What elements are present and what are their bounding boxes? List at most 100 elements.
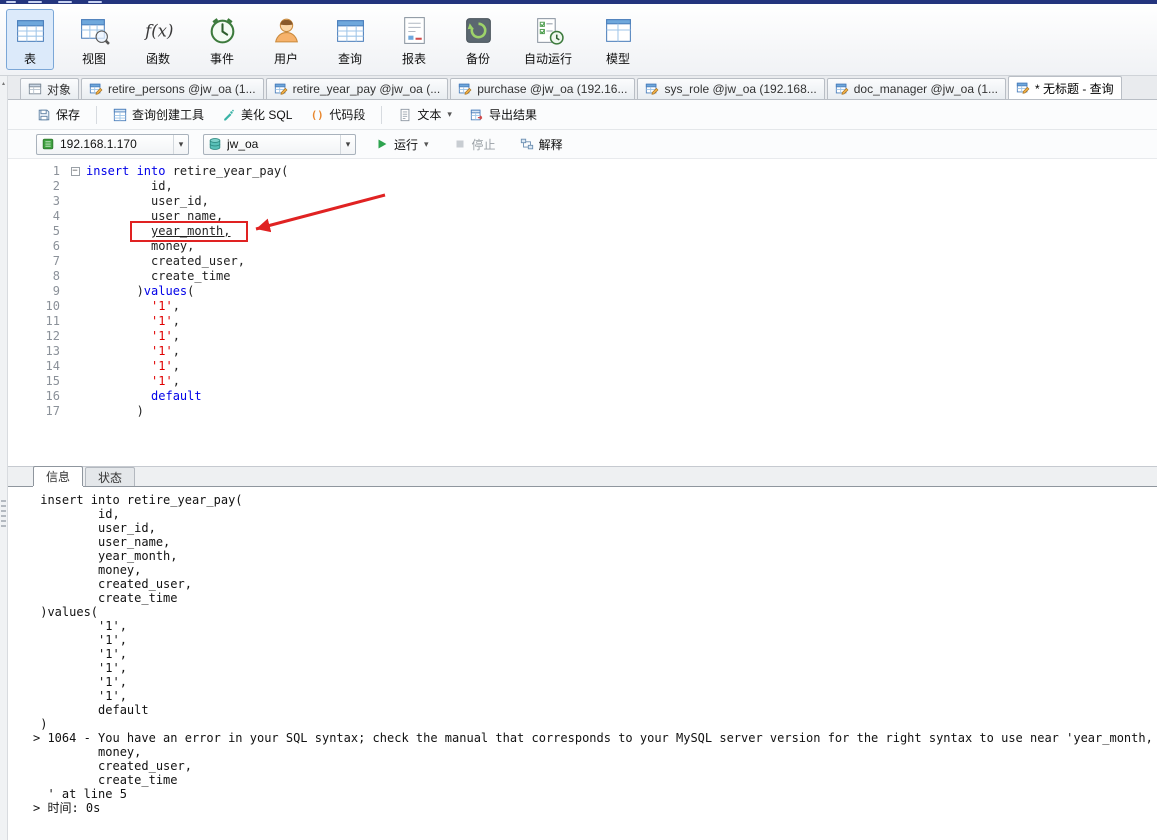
editor-line[interactable]: 13 '1', (8, 344, 1157, 359)
table-edit-icon (274, 82, 288, 96)
editor-line[interactable]: 15 '1', (8, 374, 1157, 389)
editor-line[interactable]: 10 '1', (8, 299, 1157, 314)
save-button[interactable]: 保存 (32, 103, 85, 126)
toolbar-item-automation[interactable]: 自动运行 (518, 9, 578, 70)
text-view-button[interactable]: 文本 ▾ (393, 103, 457, 126)
message-tab-info[interactable]: 信息 (33, 466, 84, 486)
chevron-down-icon[interactable]: ▾ (173, 134, 188, 154)
toolbar-item-user[interactable]: 用户 (262, 9, 310, 70)
button-label: 代码段 (329, 108, 366, 122)
code-text: insert into retire_year_pay( (86, 164, 288, 179)
tab-objects[interactable]: 对象 (20, 78, 80, 99)
tab-doc-manager[interactable]: doc_manager @jw_oa (1... (826, 78, 1007, 99)
toolbar-item-backup[interactable]: 备份 (454, 9, 502, 70)
output-line: )values( (33, 605, 99, 619)
tab-retire-persons[interactable]: retire_persons @jw_oa (1... (81, 78, 264, 99)
export-result-button[interactable]: 导出结果 (465, 103, 542, 126)
editor-line[interactable]: 8 create_time (8, 269, 1157, 284)
editor-line[interactable]: 17 ) (8, 404, 1157, 419)
editor-line[interactable]: 16 default (8, 389, 1157, 404)
collapsed-sidebar-strip[interactable]: ▴ (0, 76, 8, 840)
view-icon (78, 14, 111, 47)
editor-line[interactable]: 1 − insert into retire_year_pay( (8, 164, 1157, 179)
backup-icon (462, 14, 495, 47)
sql-token: create_time (86, 269, 231, 283)
button-label: 文本 (417, 108, 442, 122)
editor-line[interactable]: 4 user_name, (8, 209, 1157, 224)
editor-line[interactable]: 14 '1', (8, 359, 1157, 374)
toolbar-item-function[interactable]: f(x) 函数 (134, 9, 182, 70)
chevron-down-icon[interactable]: ▾ (340, 134, 355, 154)
toolbar-item-table[interactable]: 表 (6, 9, 54, 70)
editor-line[interactable]: 5 year_month, (8, 224, 1157, 239)
toolbar-item-event[interactable]: 事件 (198, 9, 246, 70)
code-snippet-button[interactable]: () 代码段 (305, 103, 370, 126)
code-text: create_time (86, 269, 231, 284)
database-value: jw_oa (227, 137, 259, 151)
editor-line[interactable]: 9 )values( (8, 284, 1157, 299)
toolbar-item-label: 模型 (606, 52, 631, 66)
fold-column (64, 329, 86, 344)
sql-token: , (172, 299, 180, 313)
splitter-grip[interactable] (1, 500, 6, 528)
connection-select[interactable]: 192.168.1.170 ▾ (36, 133, 189, 155)
toolbar-item-view[interactable]: 视图 (70, 9, 118, 70)
message-output[interactable]: insert into retire_year_pay( id, user_id… (8, 487, 1157, 840)
toolbar-item-model[interactable]: 模型 (594, 9, 642, 70)
editor-line[interactable]: 6 money, (8, 239, 1157, 254)
line-number: 6 (52, 239, 60, 253)
toolbar-item-query[interactable]: 查询 (326, 9, 374, 70)
message-tab-status[interactable]: 状态 (85, 467, 136, 486)
query-builder-button[interactable]: 查询创建工具 (108, 103, 209, 126)
editor-line[interactable]: 7 created_user, (8, 254, 1157, 269)
tab-retire-year-pay[interactable]: retire_year_pay @jw_oa (... (265, 78, 449, 99)
toolbar-item-report[interactable]: 报表 (390, 9, 438, 70)
tab-purchase[interactable]: purchase @jw_oa (192.16... (450, 78, 636, 99)
output-line: create_time (33, 773, 178, 787)
editor-line[interactable]: 11 '1', (8, 314, 1157, 329)
export-icon (470, 108, 484, 122)
code-text: user_id, (86, 194, 209, 209)
button-label: 保存 (56, 108, 81, 122)
chevron-down-icon[interactable]: ▾ (447, 109, 452, 120)
line-number: 11 (45, 314, 60, 328)
fold-column (64, 179, 86, 194)
line-number: 9 (52, 284, 60, 298)
line-number: 12 (45, 329, 60, 343)
explain-button[interactable]: 解释 (515, 133, 568, 156)
event-icon (206, 14, 239, 47)
output-line: create_time (33, 591, 178, 605)
text-icon (398, 108, 412, 122)
tab-sys-role[interactable]: sys_role @jw_oa (192.168... (637, 78, 825, 99)
sql-token: created_user, (86, 254, 245, 268)
sql-editor[interactable]: 1− insert into retire_year_pay(2 id, 3 use… (8, 159, 1157, 466)
fold-column: − (64, 164, 86, 179)
sql-token: '1' (151, 374, 173, 388)
tab-untitled-query[interactable]: * 无标题 - 查询 (1008, 76, 1122, 99)
editor-line[interactable]: 12 '1', (8, 329, 1157, 344)
chevron-down-icon[interactable]: ▾ (424, 139, 429, 150)
fold-column (64, 254, 86, 269)
titlebar-fragment (6, 1, 16, 3)
stop-icon (453, 137, 467, 151)
editor-line[interactable]: 2 id, (8, 179, 1157, 194)
tab-label: sys_role @jw_oa (192.168... (664, 82, 817, 96)
run-button[interactable]: 运行 ▾ (370, 133, 434, 156)
automation-icon (532, 14, 565, 47)
beautify-sql-button[interactable]: 美化 SQL (217, 103, 297, 126)
sql-token: money, (86, 239, 195, 253)
editor-line[interactable]: 3 user_id, (8, 194, 1157, 209)
code-text: money, (86, 239, 194, 254)
output-line: '1', (33, 633, 127, 647)
scroll-up-icon[interactable]: ▴ (0, 79, 7, 89)
code-text: )values( (86, 284, 195, 299)
fold-marker-icon[interactable]: − (70, 167, 80, 176)
tab-label: retire_year_pay @jw_oa (... (292, 82, 441, 96)
output-line: > 时间: 0s (33, 801, 101, 815)
sql-token: , (172, 374, 180, 388)
sql-token: '1' (151, 359, 173, 373)
sql-token: retire_year_pay( (165, 164, 289, 178)
run-icon (375, 137, 389, 151)
database-select[interactable]: jw_oa ▾ (203, 133, 356, 155)
sql-token: , (172, 329, 180, 343)
